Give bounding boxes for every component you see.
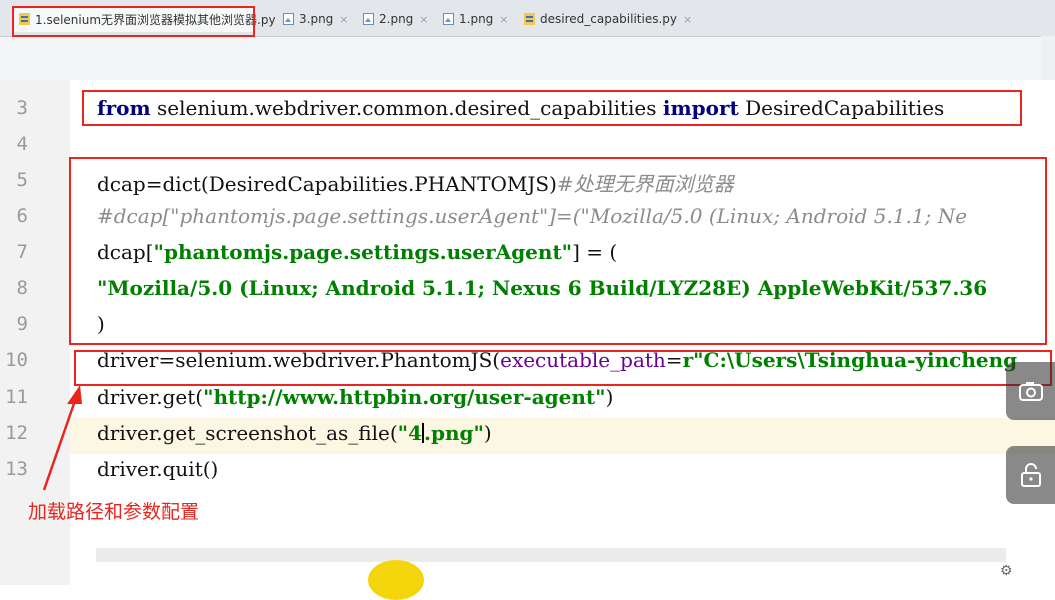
camera-icon (1018, 382, 1043, 401)
screenshot-button[interactable] (1006, 362, 1055, 420)
annotation-text: 加载路径和参数配置 (28, 501, 200, 523)
horizontal-scrollbar[interactable] (96, 548, 1006, 562)
lock-button[interactable] (1006, 446, 1055, 504)
unlock-icon (1020, 463, 1041, 487)
gear-icon[interactable]: ⚙ (1000, 562, 1013, 579)
mouse-cursor-highlight (368, 560, 424, 600)
